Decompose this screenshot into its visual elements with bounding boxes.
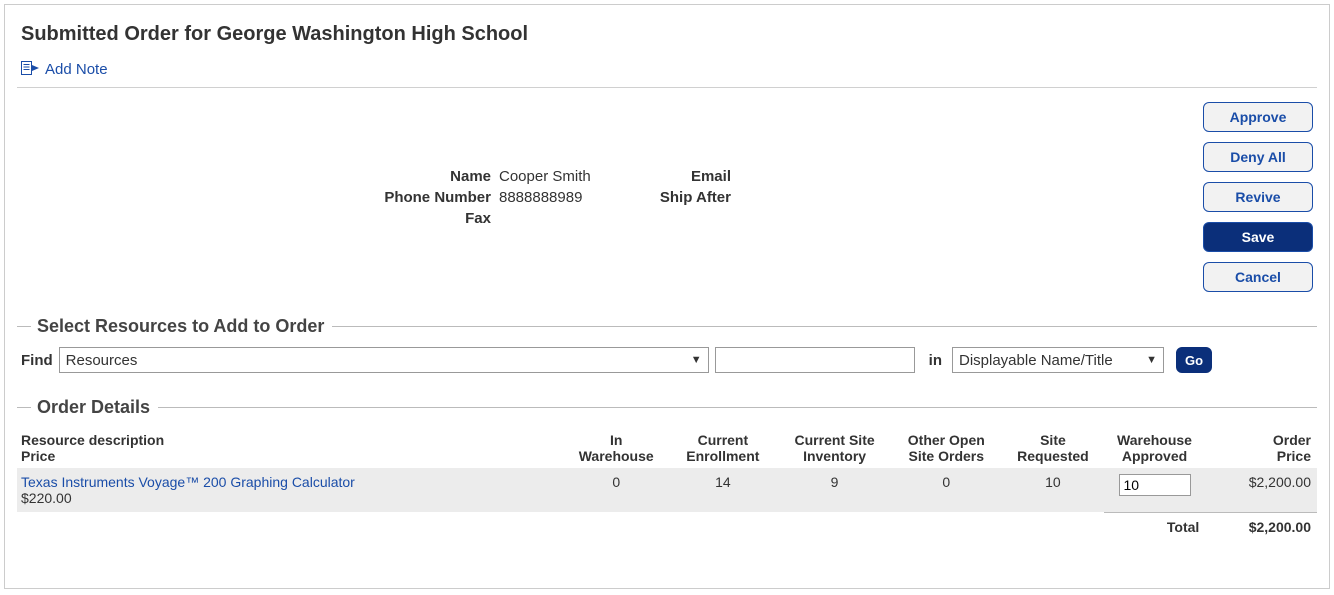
ship-after-value (737, 189, 1203, 206)
chevron-down-icon: ▼ (1146, 354, 1157, 366)
cell-current-enrollment: 14 (667, 468, 779, 512)
divider (17, 87, 1317, 88)
fax-value (497, 210, 617, 227)
note-icon (21, 60, 45, 79)
col-order-price-2: Price (1211, 448, 1311, 464)
col-enroll-1: Current (698, 432, 749, 448)
col-resource: Resource description (21, 432, 164, 448)
total-value: $2,200.00 (1205, 512, 1317, 541)
name-label: Name (17, 168, 497, 185)
order-details-section: Order Details (17, 397, 1317, 418)
page-title: Submitted Order for George Washington Hi… (21, 23, 1317, 46)
select-resources-section: Select Resources to Add to Order (17, 316, 1317, 337)
fax-label: Fax (17, 210, 497, 227)
deny-all-button[interactable]: Deny All (1203, 142, 1313, 172)
email-value (737, 168, 1203, 185)
name-value: Cooper Smith (497, 168, 617, 185)
phone-label: Phone Number (17, 189, 497, 206)
warehouse-approved-input[interactable] (1119, 474, 1191, 496)
phone-value: 8888888989 (497, 189, 617, 206)
cancel-button[interactable]: Cancel (1203, 262, 1313, 292)
find-label: Find (21, 352, 53, 369)
add-note-link[interactable]: Add Note (45, 61, 108, 78)
cell-current-site-inventory: 9 (779, 468, 891, 512)
go-button[interactable]: Go (1176, 347, 1212, 373)
col-other-open-2: Site Orders (896, 448, 996, 464)
table-row: Texas Instruments Voyage™ 200 Graphing C… (17, 468, 1317, 512)
cell-other-open: 0 (890, 468, 1002, 512)
col-site-inv-1: Current Site (795, 432, 875, 448)
revive-button[interactable]: Revive (1203, 182, 1313, 212)
in-select-value: Displayable Name/Title (959, 352, 1113, 369)
cell-site-requested: 10 (1002, 468, 1104, 512)
col-site-req-1: Site (1040, 432, 1066, 448)
order-details-heading: Order Details (37, 397, 150, 418)
cell-order-price: $2,200.00 (1205, 468, 1317, 512)
add-note-row[interactable]: Add Note (21, 60, 1317, 79)
col-in-warehouse-2: Warehouse (571, 448, 661, 464)
order-details-table: Resource description Price In Warehouse … (17, 428, 1317, 541)
col-enroll-2: Enrollment (673, 448, 773, 464)
in-label: in (921, 352, 946, 369)
total-label: Total (1104, 512, 1206, 541)
search-input[interactable] (715, 347, 915, 373)
resource-link[interactable]: Texas Instruments Voyage™ 200 Graphing C… (21, 474, 355, 490)
col-order-price-1: Order (1273, 432, 1311, 448)
actions-column: Approve Deny All Revive Save Cancel (1203, 98, 1317, 292)
find-select-value: Resources (66, 352, 138, 369)
order-info: Name Cooper Smith Email Phone Number 888… (17, 98, 1203, 227)
in-select[interactable]: Displayable Name/Title ▼ (952, 347, 1164, 373)
col-site-req-2: Requested (1008, 448, 1098, 464)
resource-price: $220.00 (21, 490, 559, 506)
chevron-down-icon: ▼ (691, 354, 702, 366)
select-resources-heading: Select Resources to Add to Order (37, 316, 324, 337)
approve-button[interactable]: Approve (1203, 102, 1313, 132)
col-price-label: Price (21, 448, 559, 464)
col-wh-appr-2: Approved (1110, 448, 1200, 464)
col-wh-appr-1: Warehouse (1117, 432, 1192, 448)
save-button[interactable]: Save (1203, 222, 1313, 252)
email-label: Email (617, 168, 737, 185)
col-site-inv-2: Inventory (785, 448, 885, 464)
ship-after-label: Ship After (617, 189, 737, 206)
find-select[interactable]: Resources ▼ (59, 347, 709, 373)
col-in-warehouse-1: In (610, 432, 622, 448)
col-other-open-1: Other Open (908, 432, 985, 448)
cell-in-warehouse: 0 (565, 468, 667, 512)
